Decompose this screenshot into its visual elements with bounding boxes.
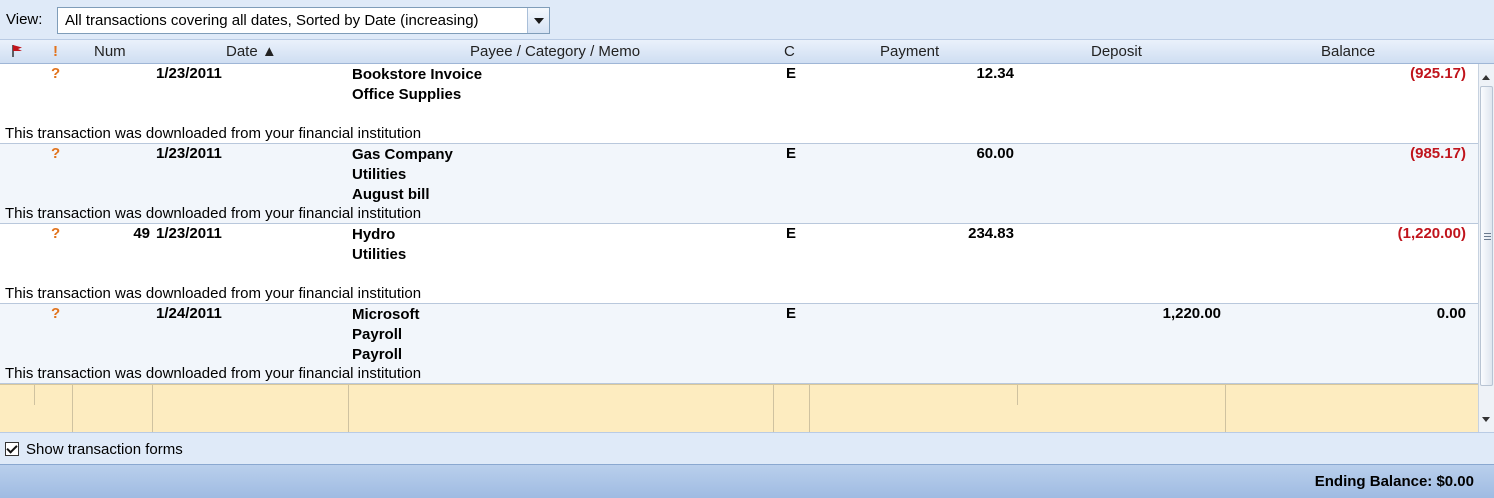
column-divider (152, 385, 153, 432)
status-icon[interactable]: ? (51, 145, 60, 162)
scrollbar-thumb[interactable] (1480, 86, 1493, 386)
txn-download-note: This transaction was downloaded from you… (5, 205, 422, 222)
scroll-down-icon[interactable] (1479, 410, 1494, 428)
txn-balance: (1,220.00) (1397, 225, 1466, 242)
column-divider (1225, 385, 1226, 432)
txn-payment: 12.34 (976, 65, 1014, 82)
cleared-column-header[interactable]: C (784, 43, 795, 60)
new-transaction-row[interactable] (0, 384, 1478, 432)
txn-category: Payroll (352, 326, 403, 343)
txn-download-note: This transaction was downloaded from you… (5, 125, 422, 142)
chevron-down-icon[interactable] (527, 8, 549, 33)
txn-date: 1/23/2011 (156, 65, 222, 82)
txn-cleared[interactable]: E (786, 305, 796, 322)
action-column-header[interactable]: ! (53, 43, 58, 60)
balance-column-header[interactable]: Balance (1321, 43, 1375, 60)
txn-date: 1/24/2011 (156, 305, 222, 322)
txn-cleared[interactable]: E (786, 65, 796, 82)
txn-payee: Microsoft (352, 306, 420, 323)
txn-payment: 234.83 (968, 225, 1014, 242)
grip-line (1484, 233, 1491, 234)
txn-deposit: 1,220.00 (1162, 305, 1221, 322)
txn-date: 1/23/2011 (156, 145, 222, 162)
column-divider (1017, 385, 1018, 405)
column-divider (34, 385, 35, 405)
show-forms-label[interactable]: Show transaction forms (26, 441, 183, 458)
status-icon[interactable]: ? (51, 65, 60, 82)
column-divider (809, 385, 810, 432)
grip-line (1484, 239, 1491, 240)
deposit-column-header[interactable]: Deposit (1091, 43, 1142, 60)
view-bar: View: All transactions covering all date… (0, 0, 1494, 40)
txn-payee-block: Gas Company Utilities August bill (352, 145, 453, 205)
transaction-row[interactable]: ? 1/23/2011 Gas Company Utilities August… (0, 144, 1478, 224)
status-icon[interactable]: ? (51, 225, 60, 242)
txn-cleared[interactable]: E (786, 225, 796, 242)
register-header: ! Num Date ▲ Payee / Category / Memo C P… (0, 40, 1494, 64)
txn-memo: Payroll (352, 346, 403, 363)
txn-download-note: This transaction was downloaded from you… (5, 365, 422, 382)
view-select[interactable]: All transactions covering all dates, Sor… (57, 7, 550, 34)
scroll-up-icon[interactable] (1479, 68, 1494, 86)
transaction-list: ? 1/23/2011 Bookstore Invoice Office Sup… (0, 64, 1478, 432)
status-icon[interactable]: ? (51, 305, 60, 322)
txn-balance: (985.17) (1410, 145, 1466, 162)
txn-balance: (925.17) (1410, 65, 1466, 82)
num-column-header[interactable]: Num (94, 43, 126, 60)
txn-payee-block: Microsoft Payroll Payroll (352, 305, 420, 365)
txn-category: Utilities (352, 246, 407, 263)
payee-column-header[interactable]: Payee / Category / Memo (470, 43, 640, 60)
transaction-row[interactable]: ? 49 1/23/2011 Hydro Utilities E 234.83 … (0, 224, 1478, 304)
ending-balance: Ending Balance: $0.00 (1314, 473, 1474, 490)
vertical-scrollbar[interactable] (1478, 64, 1494, 432)
txn-date: 1/23/2011 (156, 225, 222, 242)
txn-download-note: This transaction was downloaded from you… (5, 285, 422, 302)
transaction-row[interactable]: ? 1/24/2011 Microsoft Payroll Payroll E … (0, 304, 1478, 384)
txn-category: Office Supplies (352, 86, 462, 103)
transaction-row[interactable]: ? 1/23/2011 Bookstore Invoice Office Sup… (0, 64, 1478, 144)
forms-bar: Show transaction forms (0, 432, 1494, 464)
show-forms-checkbox[interactable] (5, 442, 19, 456)
txn-payee: Gas Company (352, 146, 453, 163)
txn-balance: 0.00 (1436, 305, 1466, 322)
txn-category: Utilities (352, 166, 407, 183)
grip-line (1484, 236, 1491, 237)
column-divider (72, 385, 73, 432)
txn-payee: Hydro (352, 226, 396, 243)
txn-memo: August bill (352, 186, 430, 203)
column-divider (348, 385, 349, 432)
txn-payee: Bookstore Invoice (352, 66, 483, 83)
txn-cleared[interactable]: E (786, 145, 796, 162)
txn-payee-block: Bookstore Invoice Office Supplies (352, 65, 482, 105)
register-footer: Ending Balance: $0.00 (0, 464, 1494, 498)
payment-column-header[interactable]: Payment (880, 43, 939, 60)
view-label: View: (6, 11, 43, 28)
txn-payee-block: Hydro Utilities (352, 225, 406, 265)
column-divider (773, 385, 774, 432)
flag-icon[interactable] (10, 44, 24, 58)
date-column-header[interactable]: Date ▲ (226, 43, 277, 60)
view-select-value: All transactions covering all dates, Sor… (65, 12, 479, 29)
txn-num: 49 (133, 225, 150, 242)
txn-payment: 60.00 (976, 145, 1014, 162)
